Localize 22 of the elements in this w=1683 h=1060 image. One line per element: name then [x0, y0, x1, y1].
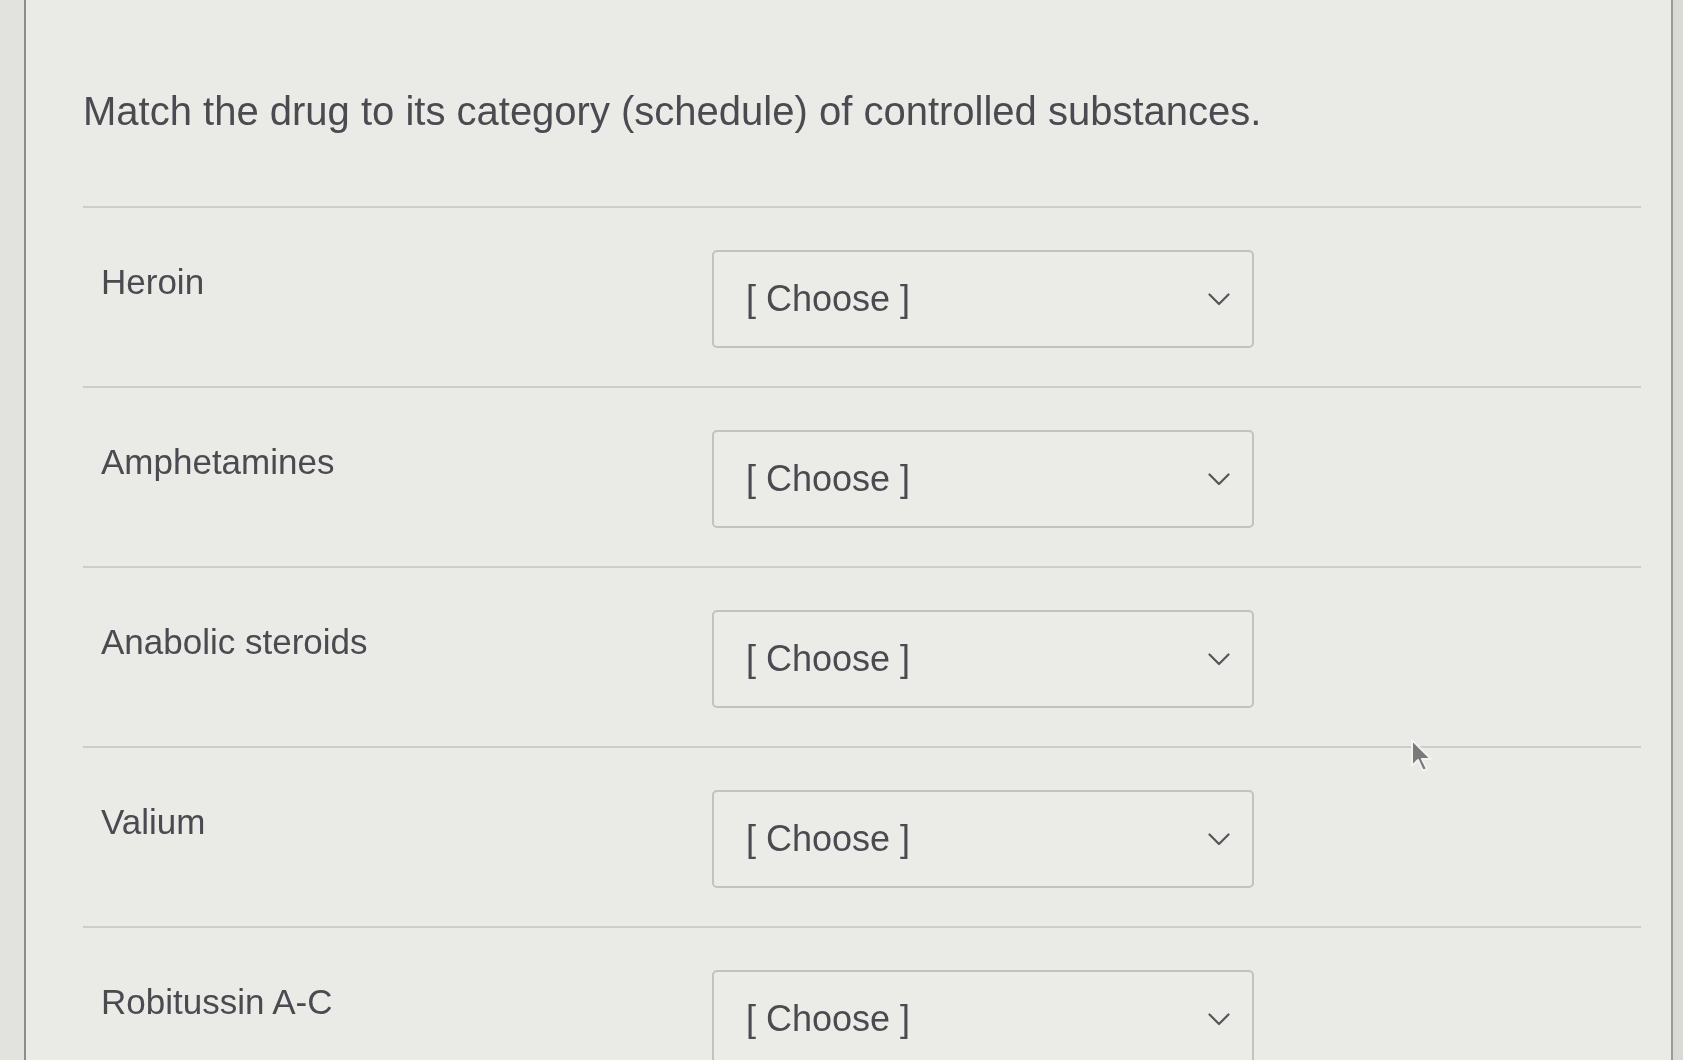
mouse-cursor-icon	[1410, 738, 1434, 774]
chevron-down-icon	[1208, 472, 1230, 486]
category-select[interactable]: [ Choose ]	[712, 430, 1254, 528]
chevron-down-icon	[1208, 292, 1230, 306]
question-prompt: Match the drug to its category (schedule) of controlled substances.	[83, 89, 1262, 133]
category-select[interactable]: [ Choose ]	[712, 790, 1254, 888]
chevron-down-icon	[1208, 832, 1230, 846]
chevron-down-icon	[1208, 1012, 1230, 1026]
select-placeholder: [ Choose ]	[746, 277, 911, 321]
drug-label: Anabolic steroids	[101, 622, 368, 661]
drug-label: Valium	[101, 802, 206, 841]
select-placeholder: [ Choose ]	[746, 997, 911, 1041]
category-select[interactable]: [ Choose ]	[712, 250, 1254, 348]
drug-label: Heroin	[101, 262, 205, 301]
drug-label: Amphetamines	[101, 442, 335, 481]
chevron-down-icon	[1208, 652, 1230, 666]
select-placeholder: [ Choose ]	[746, 637, 911, 681]
select-placeholder: [ Choose ]	[746, 457, 911, 501]
category-select[interactable]: [ Choose ]	[712, 970, 1254, 1060]
select-placeholder: [ Choose ]	[746, 817, 911, 861]
drug-label: Robitussin A-C	[101, 982, 333, 1021]
category-select[interactable]: [ Choose ]	[712, 610, 1254, 708]
